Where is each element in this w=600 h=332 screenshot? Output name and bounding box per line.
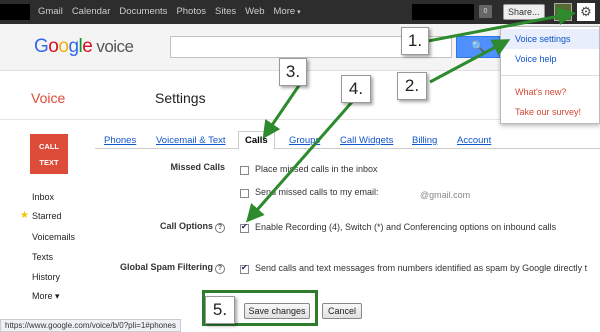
callout-5: 5. <box>205 296 235 324</box>
arrow-to-voice-settings <box>429 39 511 84</box>
callout-3: 3. <box>279 58 307 86</box>
callout-4: 4. <box>341 75 371 103</box>
arrow-to-call-options <box>246 101 354 223</box>
annotation-arrows <box>246 7 576 223</box>
arrow-to-calls-tab <box>262 83 302 139</box>
callout-2: 2. <box>397 72 427 100</box>
callout-1: 1. <box>401 27 429 55</box>
arrow-to-gear <box>427 7 576 43</box>
